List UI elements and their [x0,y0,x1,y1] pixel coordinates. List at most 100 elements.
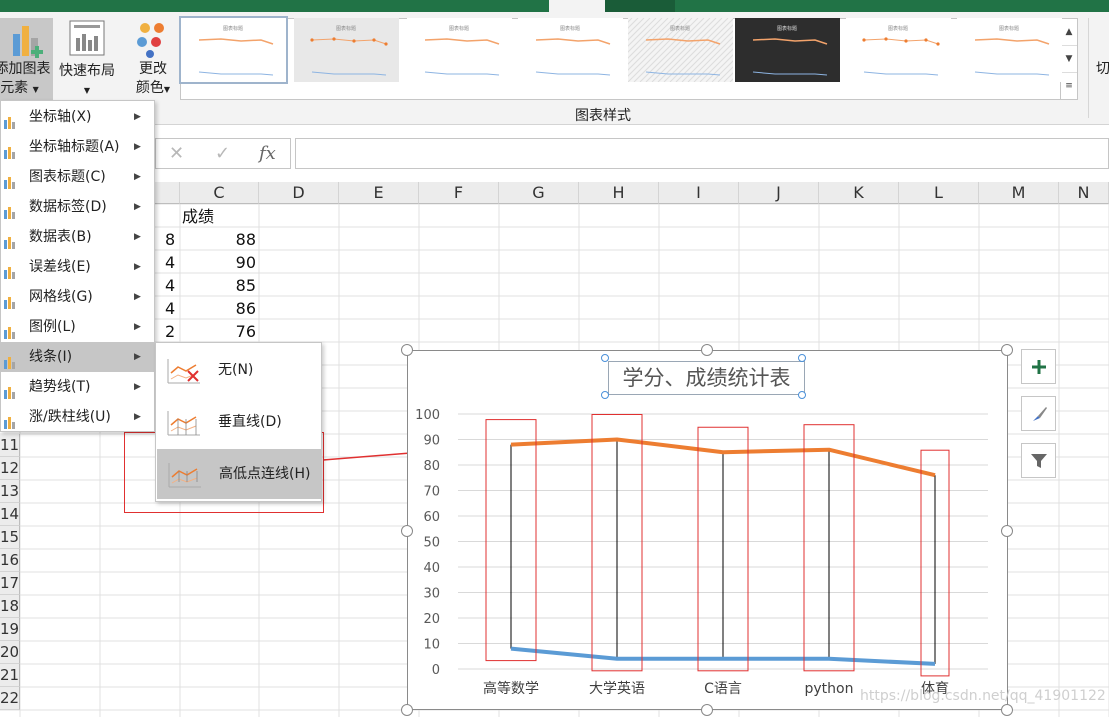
chart-style-thumb-1[interactable]: 图表标题 [179,16,288,84]
chart-resize-handle[interactable] [1001,525,1013,537]
chart-style-thumb-7[interactable]: 图表标题 [846,18,951,82]
cancel-icon[interactable]: ✕ [169,143,184,164]
chart-filters-button[interactable] [1021,443,1056,478]
submenu-item-label: 高低点连线(H) [219,466,311,482]
menu-item-axis-titles[interactable]: 坐标轴标题(A) ▶ [1,132,154,162]
formula-input[interactable] [295,138,1109,169]
chart-title-icon-glyph [4,177,15,189]
menu-item-updown-bars[interactable]: 涨/跌柱线(U) ▶ [1,402,154,432]
chart-resize-handle[interactable] [401,525,413,537]
add-chart-element-label-2: 元素 ▼ [0,79,53,99]
ribbon-tab[interactable] [605,0,675,12]
chart-area[interactable]: 0 10 20 30 40 50 60 70 80 90 100 高等数学 大学英语 C语言 python 体… [407,350,1008,710]
menu-item-trendline[interactable]: 趋势线(T) ▶ [1,372,154,402]
chart-style-thumb-4[interactable]: 图表标题 [518,18,623,82]
column-header-j[interactable]: J [739,182,819,204]
menu-item-data-labels[interactable]: 数据标签(D) ▶ [1,192,154,222]
chart-resize-handle[interactable] [401,704,413,716]
menu-item-gridlines[interactable]: 网格线(G) ▶ [1,282,154,312]
chart-style-thumb-5[interactable]: 图表标题 [567,17,807,83]
row-header-15[interactable]: 15 [0,526,20,549]
chart-resize-handle[interactable] [1001,344,1013,356]
row-header-12[interactable]: 12 [0,457,20,480]
row-header-13[interactable]: 13 [0,480,20,503]
column-header-e[interactable]: E [339,182,419,204]
column-header-h[interactable]: H [579,182,659,204]
menu-item-legend[interactable]: 图例(L) ▶ [1,312,154,342]
column-header-n[interactable]: N [1059,182,1109,204]
gallery-scroll[interactable]: ▲ ▼ ≡ [1060,18,1078,100]
column-header-m[interactable]: M [979,182,1059,204]
column-header-c[interactable]: C [180,182,259,204]
submenu-item-high-low-lines[interactable]: 高低点连线(H) [157,449,321,499]
cell-b[interactable]: 8 [165,228,177,251]
enter-icon[interactable]: ✓ [215,143,230,164]
row-header-21[interactable]: 21 [0,664,20,687]
chart-styles-button[interactable] [1021,396,1056,431]
chart-style-thumb-3[interactable]: 图表标题 [407,18,512,82]
chart-resize-handle[interactable] [1001,704,1013,716]
quick-layout-icon [69,20,105,56]
chart-resize-handle[interactable] [701,344,713,356]
row-header-22[interactable]: 22 [0,687,20,710]
data-labels-icon [3,200,19,219]
chart-style-thumb-2[interactable]: 图表标题 [294,18,399,82]
cell-c[interactable]: 76 [180,320,256,343]
cell-header-score[interactable]: 成绩 [182,205,214,228]
menu-item-label: 数据标签(D) [29,199,107,215]
add-chart-element-icon [12,26,43,58]
menu-item-error-bars[interactable]: 误差线(E) ▶ [1,252,154,282]
lines-icon-glyph [4,357,15,369]
row-header-17[interactable]: 17 [0,572,20,595]
submenu-item-none-lines[interactable]: 无(N) [156,345,321,395]
switch-row-column-button[interactable]: 切 [1093,60,1109,79]
row-header-20[interactable]: 20 [0,641,20,664]
row-header-14[interactable]: 14 [0,503,20,526]
cell-c[interactable]: 85 [180,274,256,297]
gallery-more-icon[interactable]: ≡ [1061,73,1077,100]
column-header-i[interactable]: I [659,182,739,204]
column-header-d[interactable]: D [259,182,339,204]
column-header-g[interactable]: G [499,182,579,204]
chart-resize-handle[interactable] [401,344,413,356]
add-chart-element-button[interactable]: 添加图表 元素 ▼ [0,18,53,104]
cell-b[interactable]: 4 [165,274,177,297]
change-colors-button[interactable]: 更改 颜色▼ [128,18,178,104]
y-tick-label: 20 [423,612,440,627]
column-header-l[interactable]: L [899,182,979,204]
cell-c[interactable]: 88 [180,228,256,251]
quick-layout-button[interactable]: 快速布局 ▼ [56,18,118,104]
chart-elements-button[interactable] [1021,349,1056,384]
row-header-16[interactable]: 16 [0,549,20,572]
menu-item-label: 趋势线(T) [29,379,91,395]
menu-item-label: 图例(L) [29,319,76,335]
title-handle[interactable] [798,391,806,399]
function-icon[interactable]: fx [259,143,276,164]
gallery-down-icon[interactable]: ▼ [1061,46,1077,73]
cell-b[interactable]: 4 [165,251,177,274]
gallery-up-icon[interactable]: ▲ [1061,19,1077,46]
cell-b[interactable]: 2 [165,320,177,343]
cell-c[interactable]: 86 [180,297,256,320]
menu-item-data-table[interactable]: 数据表(B) ▶ [1,222,154,252]
column-header-k[interactable]: K [819,182,899,204]
ribbon-tab-active[interactable] [549,0,605,12]
submenu-item-drop-lines[interactable]: 垂直线(D) [156,397,321,447]
chevron-right-icon: ▶ [134,292,141,302]
cell-c[interactable]: 90 [180,251,256,274]
chart-style-thumb-8[interactable]: 图表标题 [957,18,1062,82]
chart-resize-handle[interactable] [701,704,713,716]
title-handle[interactable] [798,354,806,362]
chart-style-thumb-6[interactable]: 图表标题 [735,18,840,82]
row-header-11[interactable]: 11 [0,434,20,457]
cell-b[interactable]: 4 [165,297,177,320]
column-header-f[interactable]: F [419,182,499,204]
chart-title-box[interactable]: 学分、成绩统计表 [608,361,805,395]
title-handle[interactable] [601,354,609,362]
menu-item-lines[interactable]: 线条(I) ▶ [1,342,154,372]
menu-item-chart-title[interactable]: 图表标题(C) ▶ [1,162,154,192]
row-header-18[interactable]: 18 [0,595,20,618]
title-handle[interactable] [601,391,609,399]
menu-item-axes[interactable]: 坐标轴(X) ▶ [1,102,154,132]
row-header-19[interactable]: 19 [0,618,20,641]
